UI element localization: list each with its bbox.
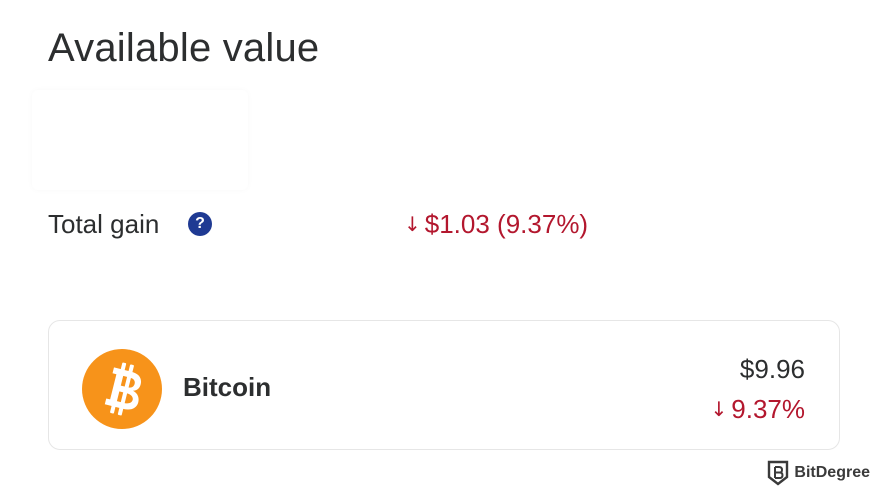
asset-card-bitcoin[interactable]: Bitcoin $9.96 ↓ 9.37%: [48, 320, 840, 450]
watermark-text: BitDegree: [794, 464, 870, 481]
help-icon[interactable]: ?: [188, 212, 212, 236]
down-arrow-icon: ↓: [404, 212, 421, 236]
watermark: BitDegree: [767, 458, 870, 488]
asset-change: ↓ 9.37%: [711, 393, 806, 427]
total-gain-row: Total gain ? ↓ $1.03 (9.37%): [48, 204, 808, 244]
bitcoin-icon: [82, 349, 162, 429]
total-gain-amount: $1.03 (9.37%): [424, 209, 589, 239]
asset-change-percent: 9.37%: [731, 394, 805, 424]
asset-price: $9.96: [739, 354, 805, 384]
bitdegree-logo-icon: [768, 460, 789, 486]
asset-name: Bitcoin: [183, 372, 272, 402]
page-title: Available value: [48, 26, 320, 70]
total-gain-label: Total gain: [48, 209, 160, 239]
total-gain-value: ↓ $1.03 (9.37%): [404, 208, 588, 242]
down-arrow-icon: ↓: [710, 397, 728, 421]
balance-placeholder: [32, 90, 248, 190]
